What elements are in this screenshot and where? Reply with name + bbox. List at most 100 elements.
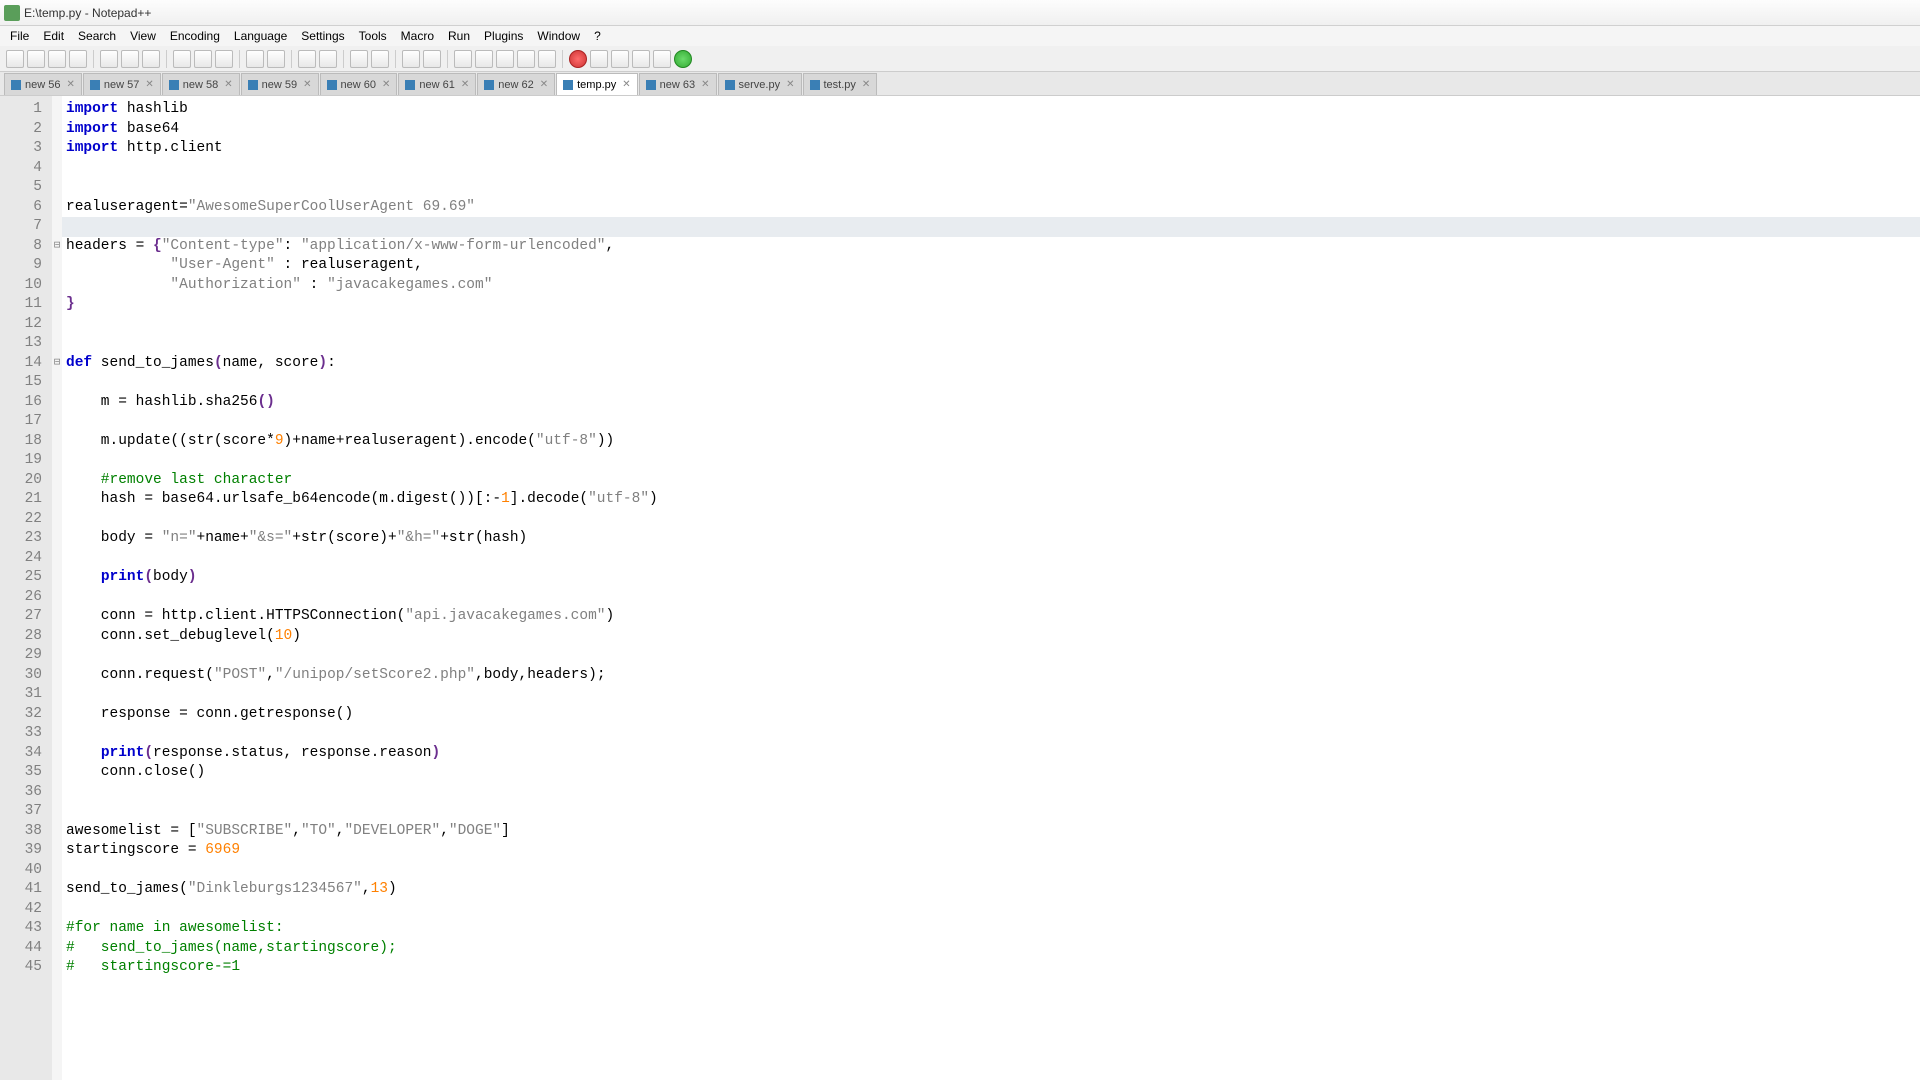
file-icon (563, 80, 573, 90)
menu-encoding[interactable]: Encoding (164, 27, 226, 45)
app-icon (4, 5, 20, 21)
zoom-out-button[interactable] (371, 50, 389, 68)
save-button[interactable] (48, 50, 66, 68)
tab-label: new 56 (25, 79, 60, 91)
print-button[interactable] (142, 50, 160, 68)
undo-button[interactable] (246, 50, 264, 68)
file-icon (90, 80, 100, 90)
menu-settings[interactable]: Settings (295, 27, 350, 45)
tab-label: new 59 (262, 79, 297, 91)
tab-label: test.py (824, 79, 856, 91)
line-number-gutter: 1234567891011121314151617181920212223242… (0, 96, 52, 1080)
separator (239, 50, 240, 68)
fold-margin[interactable]: ⊟⊟ (52, 96, 62, 1080)
file-icon (405, 80, 415, 90)
record-macro-button[interactable] (569, 50, 587, 68)
tab[interactable]: new 63 ✕ (639, 73, 717, 95)
tab[interactable]: new 60✕ (320, 73, 398, 95)
tab-close-icon[interactable]: ✕ (862, 79, 870, 90)
tab-close-icon[interactable]: ✕ (786, 79, 794, 90)
tab[interactable]: test.py ✕ (803, 73, 878, 95)
tab[interactable]: serve.py✕ (718, 73, 802, 95)
file-icon (725, 80, 735, 90)
tab-close-icon[interactable]: ✕ (540, 79, 548, 90)
zoom-in-button[interactable] (350, 50, 368, 68)
menu-window[interactable]: Window (531, 27, 586, 45)
tab-close-icon[interactable]: ✕ (701, 79, 709, 90)
tab-label: temp.py (577, 79, 616, 91)
tab[interactable]: new 56 ✕ (4, 73, 82, 95)
tab-close-icon[interactable]: ✕ (382, 79, 390, 90)
tab-active[interactable]: temp.py ✕ (556, 73, 638, 95)
replace-button[interactable] (319, 50, 337, 68)
tab-close-icon[interactable]: ✕ (303, 79, 311, 90)
tab[interactable]: new 61 ✕ (398, 73, 476, 95)
close-button[interactable] (100, 50, 118, 68)
tab[interactable]: new 58 ✕ (162, 73, 240, 95)
menu-macro[interactable]: Macro (395, 27, 440, 45)
separator (343, 50, 344, 68)
menu-bar: File Edit Search View Encoding Language … (0, 26, 1920, 46)
title-bar[interactable]: E:\temp.py - Notepad++ (0, 0, 1920, 26)
tab-label: new 57 (104, 79, 139, 91)
separator (447, 50, 448, 68)
chars-button[interactable] (475, 50, 493, 68)
file-icon (169, 80, 179, 90)
tab[interactable]: new 62✕ (477, 73, 555, 95)
stop-macro-button[interactable] (590, 50, 608, 68)
redo-button[interactable] (267, 50, 285, 68)
cut-button[interactable] (173, 50, 191, 68)
save-all-button[interactable] (69, 50, 87, 68)
menu-edit[interactable]: Edit (37, 27, 70, 45)
close-all-button[interactable] (121, 50, 139, 68)
code-area[interactable]: import hashlibimport base64import http.c… (62, 96, 1920, 1080)
separator (291, 50, 292, 68)
menu-language[interactable]: Language (228, 27, 293, 45)
wrap-button[interactable] (454, 50, 472, 68)
file-icon (484, 80, 494, 90)
menu-search[interactable]: Search (72, 27, 122, 45)
monitor-button[interactable] (538, 50, 556, 68)
paste-button[interactable] (215, 50, 233, 68)
file-icon (646, 80, 656, 90)
file-icon (248, 80, 258, 90)
tab-label: new 61 (419, 79, 454, 91)
tab-close-icon[interactable]: ✕ (622, 79, 630, 90)
play-macro-button[interactable] (611, 50, 629, 68)
current-line-highlight (62, 217, 1920, 237)
menu-run[interactable]: Run (442, 27, 476, 45)
copy-button[interactable] (194, 50, 212, 68)
toolbar (0, 46, 1920, 72)
fast-macro-button[interactable] (632, 50, 650, 68)
menu-file[interactable]: File (4, 27, 35, 45)
plugin-button[interactable] (674, 50, 692, 68)
menu-help[interactable]: ? (588, 27, 607, 45)
indent-button[interactable] (496, 50, 514, 68)
menu-view[interactable]: View (124, 27, 162, 45)
tab-close-icon[interactable]: ✕ (66, 79, 74, 90)
editor[interactable]: 1234567891011121314151617181920212223242… (0, 96, 1920, 1080)
file-icon (810, 80, 820, 90)
open-file-button[interactable] (27, 50, 45, 68)
separator (166, 50, 167, 68)
separator (562, 50, 563, 68)
new-file-button[interactable] (6, 50, 24, 68)
tab-bar: new 56✕ new 57✕ new 58✕ new 59✕ new 60✕ … (0, 72, 1920, 96)
tab-close-icon[interactable]: ✕ (461, 79, 469, 90)
file-icon (11, 80, 21, 90)
menu-plugins[interactable]: Plugins (478, 27, 529, 45)
menu-tools[interactable]: Tools (353, 27, 393, 45)
tab[interactable]: new 59 ✕ (241, 73, 319, 95)
save-macro-button[interactable] (653, 50, 671, 68)
window-title: E:\temp.py - Notepad++ (24, 6, 151, 20)
sync-h-button[interactable] (423, 50, 441, 68)
tab-label: new 63 (660, 79, 695, 91)
sync-v-button[interactable] (402, 50, 420, 68)
separator (93, 50, 94, 68)
tab-label: new 58 (183, 79, 218, 91)
tab-close-icon[interactable]: ✕ (145, 79, 153, 90)
find-button[interactable] (298, 50, 316, 68)
lang-button[interactable] (517, 50, 535, 68)
tab-close-icon[interactable]: ✕ (224, 79, 232, 90)
tab[interactable]: new 57 ✕ (83, 73, 161, 95)
